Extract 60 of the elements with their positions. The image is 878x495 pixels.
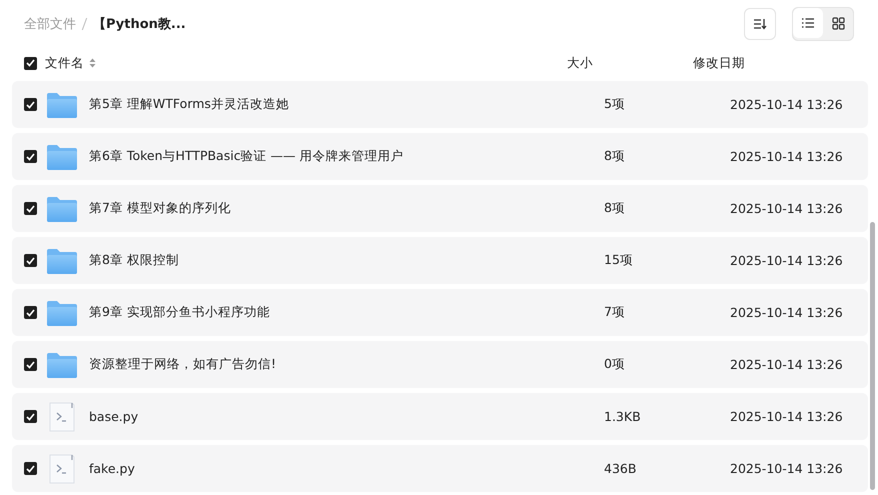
file-name: fake.py xyxy=(89,461,136,476)
modified-date: 2025-10-14 13:26 xyxy=(730,357,843,372)
folder-icon xyxy=(47,92,77,118)
file-size: 1.3KB xyxy=(604,409,642,424)
modified-date: 2025-10-14 13:26 xyxy=(730,201,843,216)
file-size: 8项 xyxy=(604,148,626,165)
modified-date: 2025-10-14 13:26 xyxy=(730,409,843,424)
row-checkbox[interactable] xyxy=(24,150,37,163)
modified-date: 2025-10-14 13:26 xyxy=(730,461,843,476)
modified-date: 2025-10-14 13:26 xyxy=(730,149,843,164)
script-file-icon xyxy=(49,402,75,432)
folder-icon xyxy=(47,144,77,170)
file-row[interactable]: 第6章 Token与HTTPBasic验证 —— 用令牌来管理用户 8项 2025-10-14 13:26 xyxy=(12,133,868,180)
modified-date: 2025-10-14 13:26 xyxy=(730,305,843,320)
column-header[interactable]: 大小 xyxy=(567,54,693,72)
row-checkbox[interactable] xyxy=(24,306,37,319)
file-name: 第9章 实现部分鱼书小程序功能 xyxy=(89,304,271,321)
folder-icon xyxy=(47,300,77,326)
grid-icon xyxy=(832,16,844,30)
row-checkbox[interactable] xyxy=(24,410,37,423)
folder-icon xyxy=(47,248,77,274)
modified-date: 2025-10-14 13:26 xyxy=(730,97,843,112)
file-row[interactable]: 第9章 实现部分鱼书小程序功能 7项 2025-10-14 13:26 xyxy=(12,289,868,336)
breadcrumb-item: 【Python教... xyxy=(93,16,186,33)
row-checkbox[interactable] xyxy=(24,358,37,371)
row-checkbox[interactable] xyxy=(24,462,37,475)
file-row[interactable]: 第7章 模型对象的序列化 8项 2025-10-14 13:26 xyxy=(12,185,868,232)
file-size: 436B xyxy=(604,461,638,476)
file-name: 第8章 权限控制 xyxy=(89,252,180,269)
file-row[interactable]: fake.py 436B 2025-10-14 13:26 xyxy=(12,445,868,492)
file-size: 5项 xyxy=(604,96,626,113)
modified-date: 2025-10-14 13:26 xyxy=(730,253,843,268)
file-name: 第6章 Token与HTTPBasic验证 —— 用令牌来管理用户 xyxy=(89,148,405,165)
row-checkbox[interactable] xyxy=(24,254,37,267)
column-header[interactable]: 修改日期 xyxy=(693,54,745,72)
list-icon xyxy=(801,17,815,29)
row-checkbox[interactable] xyxy=(24,98,37,111)
file-size: 0项 xyxy=(604,356,626,373)
file-row[interactable]: base.py 1.3KB 2025-10-14 13:26 xyxy=(12,393,868,440)
file-name: base.py xyxy=(89,409,140,424)
file-size: 15项 xyxy=(604,252,634,269)
sort-button[interactable] xyxy=(744,8,776,40)
row-checkbox[interactable] xyxy=(24,202,37,215)
scrollbar[interactable] xyxy=(870,222,875,490)
file-name: 资源整理于网络，如有广告勿信! xyxy=(89,356,278,373)
sort-icon xyxy=(89,58,96,68)
file-row[interactable]: 第5章 理解WTForms并灵活改造她 5项 2025-10-14 13:26 xyxy=(12,81,868,128)
script-file-icon xyxy=(49,454,75,484)
file-row[interactable]: 资源整理于网络，如有广告勿信! 0项 2025-10-14 13:26 xyxy=(12,341,868,388)
folder-icon xyxy=(47,196,77,222)
file-size: 8项 xyxy=(604,200,626,217)
list-view-button[interactable] xyxy=(793,8,823,38)
file-size: 7项 xyxy=(604,304,626,321)
select-all-checkbox[interactable] xyxy=(24,56,37,70)
file-name: 第5章 理解WTForms并灵活改造她 xyxy=(89,96,290,113)
folder-icon xyxy=(47,352,77,378)
file-name: 第7章 模型对象的序列化 xyxy=(89,200,232,217)
column-header[interactable]: 文件名 xyxy=(45,54,84,72)
file-row[interactable]: 第8章 权限控制 15项 2025-10-14 13:26 xyxy=(12,237,868,284)
sort-icon xyxy=(753,18,767,30)
